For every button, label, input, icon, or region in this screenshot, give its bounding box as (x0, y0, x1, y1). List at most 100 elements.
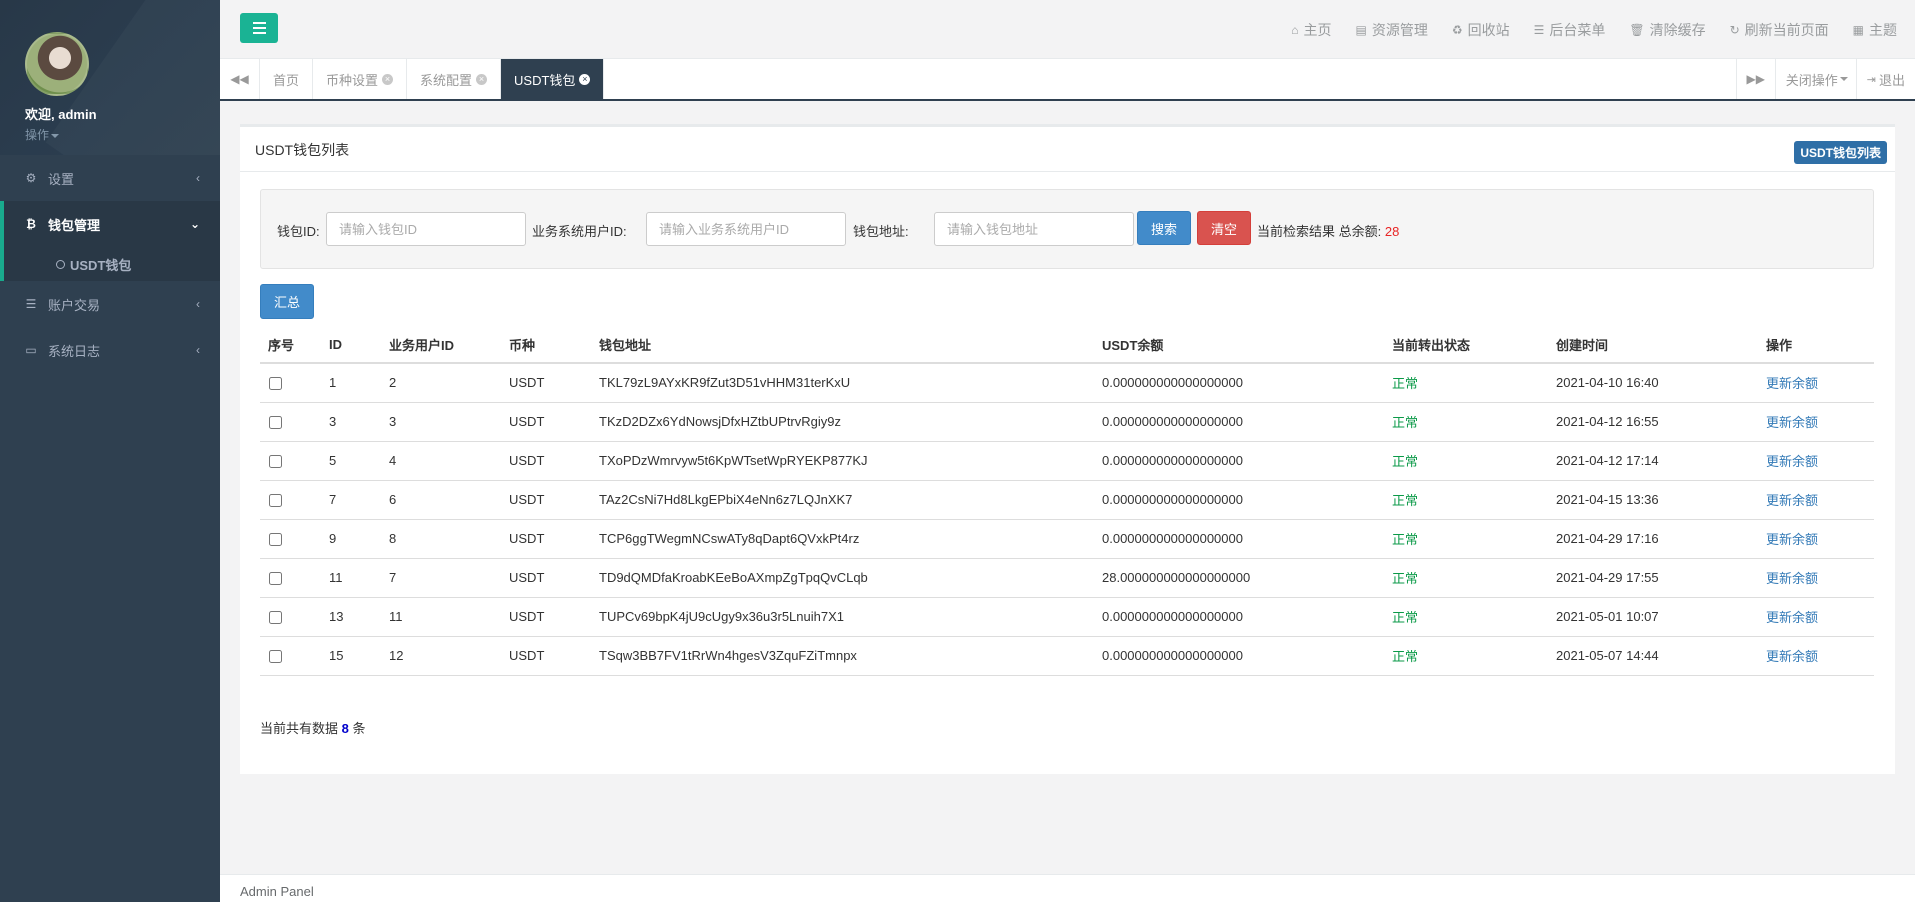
update-balance-link[interactable]: 更新余额 (1758, 558, 1874, 598)
cell-address: TSqw3BB7FV1tRrWn4hgesV3ZquFZiTmnpx (591, 636, 1094, 676)
cell-balance: 0.000000000000000000 (1094, 636, 1384, 676)
user-id-input[interactable] (646, 212, 846, 246)
panel-header: USDT钱包列表 USDT钱包列表 (240, 127, 1895, 172)
row-checkbox[interactable] (269, 650, 282, 664)
admin-menu-link[interactable]: ☰ 后台菜单 (1534, 20, 1606, 40)
row-checkbox[interactable] (269, 572, 282, 586)
cell-created: 2021-04-12 16:55 (1548, 402, 1758, 442)
tab-coin-settings[interactable]: 币种设置 × (313, 59, 408, 99)
close-icon[interactable]: × (476, 73, 488, 85)
profile-ops-dropdown[interactable]: 操作 (25, 126, 220, 143)
tab-usdt-wallet[interactable]: USDT钱包 × (501, 59, 605, 99)
row-checkbox[interactable] (269, 377, 282, 391)
sidebar-item-logs[interactable]: ▭ 系统日志 ‹ (0, 327, 220, 373)
update-balance-link[interactable]: 更新余额 (1758, 441, 1874, 481)
tasks-icon: ▦ (1852, 22, 1864, 37)
close-icon[interactable]: × (382, 73, 394, 85)
desktop-icon: ▭ (25, 343, 37, 357)
refresh-page-link[interactable]: ↻ 刷新当前页面 (1730, 20, 1829, 40)
checkbox-cell (260, 636, 321, 676)
trash-icon: 🗑 (1629, 22, 1645, 37)
cell-address: TKzD2DZx6YdNowsjDfxHZtbUPtrvRgiy9z (591, 402, 1094, 442)
recycle-bin-link[interactable]: ♻ 回收站 (1452, 20, 1510, 40)
logout-button[interactable]: ⇥ 退出 (1857, 59, 1915, 99)
row-checkbox[interactable] (269, 455, 282, 469)
close-icon[interactable]: × (579, 73, 591, 85)
search-result-summary: 当前检索结果 总余额: 28 (1257, 221, 1399, 240)
cell-id: 13 (321, 597, 381, 637)
clear-cache-link[interactable]: 🗑 清除缓存 (1629, 20, 1705, 40)
update-balance-link[interactable]: 更新余额 (1758, 597, 1874, 637)
row-checkbox[interactable] (269, 533, 282, 547)
row-checkbox[interactable] (269, 494, 282, 508)
result-prefix: 当前检索结果 总余额: (1257, 224, 1382, 239)
update-balance-link[interactable]: 更新余额 (1758, 480, 1874, 520)
recycle-bin-link-label: 回收站 (1467, 21, 1510, 38)
update-balance-link[interactable]: 更新余额 (1758, 636, 1874, 676)
sidebar-nav: ⚙ 设置 ‹ ₿ 钱包管理 ⌄ USDT钱包 ☰ 账户交易 ‹ ▭ 系统日志 ‹ (0, 155, 220, 373)
cell-id: 1 (321, 363, 381, 403)
forward-icon: ▶▶ (1746, 72, 1765, 86)
tab-home[interactable]: 首页 (260, 59, 314, 99)
sign-out-icon: ⇥ (1866, 73, 1876, 86)
update-balance-link[interactable]: 更新余额 (1758, 519, 1874, 559)
chevron-left-icon: ‹ (196, 171, 200, 185)
sidebar-item-wallet[interactable]: ₿ 钱包管理 ⌄ (0, 201, 220, 247)
wallet-id-input[interactable] (326, 212, 526, 246)
tab-system-config[interactable]: 系统配置 × (407, 59, 502, 99)
tab-label: USDT钱包 (514, 72, 576, 88)
table-row: 11 7 USDT TD9dQMDfaKroabKEeBoAXmpZgTpqQvCLq… (260, 558, 1874, 598)
col-header: 创建时间 (1548, 327, 1758, 364)
clear-button[interactable]: 清空 (1197, 211, 1251, 245)
logout-label: 退出 (1878, 72, 1905, 88)
count-prefix: 当前共有数据 (260, 721, 339, 736)
sidebar-subitem-usdt-wallet[interactable]: USDT钱包 (0, 247, 220, 281)
menu-toggle-button[interactable] (240, 13, 278, 43)
table-row: 3 3 USDT TKzD2DZx6YdNowsjDfxHZtbUPtrvRgiy9z… (260, 402, 1874, 442)
hamburger-line (252, 27, 266, 29)
close-ops-dropdown[interactable]: 关闭操作 (1776, 59, 1857, 99)
checkbox-cell (260, 519, 321, 559)
cell-address: TKL79zL9AYxKR9fZut3D51vHHM31terKxU (591, 363, 1094, 403)
row-checkbox[interactable] (269, 416, 282, 430)
cell-user-id: 2 (381, 363, 501, 403)
sidebar-item-transactions[interactable]: ☰ 账户交易 ‹ (0, 281, 220, 327)
top-links: ⌂ 主页 ▤ 资源管理 ♻ 回收站 ☰ 后台菜单 🗑 清除缓存 ↻ 刷新当前页面 ▦ 主题 (1291, 0, 1897, 59)
cell-created: 2021-04-29 17:16 (1548, 519, 1758, 559)
row-checkbox[interactable] (269, 611, 282, 625)
home-link[interactable]: ⌂ 主页 (1291, 20, 1331, 40)
welcome-text: 欢迎, admin (25, 107, 97, 122)
cell-coin: USDT (501, 636, 591, 676)
cell-coin: USDT (501, 480, 591, 520)
cell-balance: 0.000000000000000000 (1094, 519, 1384, 559)
sidebar-item-label: 账户交易 (48, 297, 101, 313)
hamburger-line (252, 32, 266, 34)
update-balance-link[interactable]: 更新余额 (1758, 402, 1874, 442)
resources-link[interactable]: ▤ 资源管理 (1355, 20, 1427, 40)
summary-button[interactable]: 汇总 (260, 284, 314, 319)
sidebar-item-settings[interactable]: ⚙ 设置 ‹ (0, 155, 220, 201)
cell-id: 15 (321, 636, 381, 676)
chevron-down-icon: ⌄ (189, 217, 200, 231)
cell-id: 7 (321, 480, 381, 520)
avatar[interactable] (25, 32, 89, 96)
cell-id: 9 (321, 519, 381, 559)
search-button[interactable]: 搜索 (1137, 211, 1191, 245)
resources-link-label: 资源管理 (1371, 21, 1428, 38)
cell-created: 2021-05-01 10:07 (1548, 597, 1758, 637)
table-row: 9 8 USDT TCP6ggTWegmNCswATy8qDapt6QVxkPt4rz… (260, 519, 1874, 559)
address-input[interactable] (934, 212, 1134, 246)
col-header: 当前转出状态 (1384, 327, 1548, 364)
col-header: 序号 (260, 327, 321, 364)
cell-coin: USDT (501, 402, 591, 442)
col-header: 钱包地址 (591, 327, 1094, 364)
theme-link[interactable]: ▦ 主题 (1853, 20, 1897, 40)
address-label: 钱包地址: (853, 224, 909, 239)
sidebar-item-label: 设置 (48, 171, 75, 187)
tab-next-button[interactable]: ▶▶ (1735, 59, 1776, 99)
sidebar-subitem-label: USDT钱包 (70, 257, 132, 273)
tab-label: 币种设置 (326, 72, 379, 88)
tab-prev-button[interactable]: ◀◀ (220, 59, 260, 99)
gears-icon: ⚙ (25, 171, 37, 185)
update-balance-link[interactable]: 更新余额 (1758, 363, 1874, 403)
